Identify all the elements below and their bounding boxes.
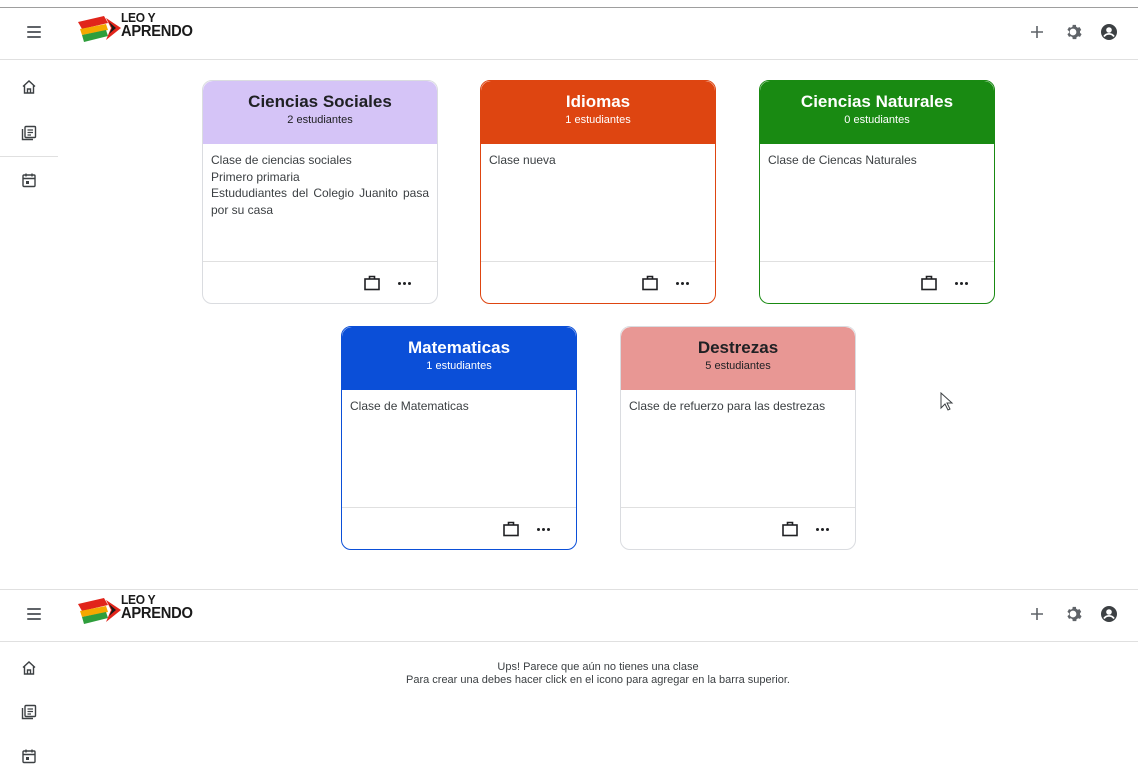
more-options-icon[interactable]: [393, 274, 415, 292]
class-card-actions: [760, 262, 994, 303]
class-student-count: 1 estudiantes: [565, 114, 631, 126]
class-description-line: Clase de Ciencas Naturales: [768, 153, 917, 167]
empty-state-title: Ups! Parece que aún no tienes una clase: [497, 661, 699, 673]
class-card-actions: [481, 262, 715, 303]
briefcase-icon[interactable]: [781, 520, 799, 538]
side-nav: [0, 64, 58, 203]
class-student-count: 5 estudiantes: [705, 360, 771, 372]
class-title: Idiomas: [565, 92, 631, 111]
class-description-line: Clase de Matematicas: [350, 399, 469, 413]
class-description-line: Clase nueva: [489, 153, 556, 167]
class-title: Ciencias Naturales: [800, 92, 954, 111]
empty-classes-screen: LEO Y APRENDO Ups! Parece que aún no tie…: [0, 585, 1138, 767]
nav-home[interactable]: [0, 64, 58, 110]
top-app-bar: LEO Y APRENDO: [0, 7, 1138, 60]
empty-state-hint: Para crear una debes hacer click en el i…: [405, 674, 790, 686]
classes-screen: LEO Y APRENDO Ciencias Sociales 2 estudi…: [0, 0, 1138, 585]
class-card-idiomas[interactable]: Idiomas 1 estudiantes Clase nueva: [480, 80, 716, 304]
account-icon[interactable]: [1098, 21, 1120, 43]
class-description-line: Primero primaria: [211, 169, 300, 184]
settings-icon[interactable]: [1062, 603, 1084, 625]
logo-mark-icon: [78, 16, 121, 42]
class-description: Clase de Ciencas Naturales: [760, 144, 994, 262]
more-options-icon[interactable]: [950, 274, 972, 292]
nav-calendar[interactable]: [0, 734, 58, 778]
class-card-actions: [342, 508, 576, 549]
briefcase-icon[interactable]: [641, 274, 659, 292]
top-app-bar: LEO Y APRENDO: [0, 589, 1138, 642]
more-options-icon[interactable]: [532, 520, 554, 538]
class-student-count: 1 estudiantes: [426, 360, 492, 372]
class-card-header[interactable]: Destrezas 5 estudiantes: [621, 327, 855, 390]
class-description-line: Estududiantes del Colegio Juanito pasa p…: [211, 186, 429, 217]
class-description: Clase nueva: [481, 144, 715, 262]
class-card-ciencias-sociales[interactable]: Ciencias Sociales 2 estudiantes Clase de…: [202, 80, 438, 304]
class-card-actions: [621, 508, 855, 549]
class-card-destrezas[interactable]: Destrezas 5 estudiantes Clase de refuerz…: [620, 326, 856, 550]
nav-classes[interactable]: [0, 690, 58, 734]
menu-icon[interactable]: [27, 608, 45, 622]
class-card-header[interactable]: Ciencias Naturales 0 estudiantes: [760, 81, 994, 144]
class-card-header[interactable]: Idiomas 1 estudiantes: [481, 81, 715, 144]
add-icon[interactable]: [1026, 603, 1048, 625]
briefcase-icon[interactable]: [920, 274, 938, 292]
briefcase-icon[interactable]: [502, 520, 520, 538]
app-logo[interactable]: LEO Y APRENDO: [78, 592, 198, 632]
class-card-ciencias-naturales[interactable]: Ciencias Naturales 0 estudiantes Clase d…: [759, 80, 995, 304]
empty-state-message: Ups! Parece que aún no tienes una clase …: [0, 661, 1138, 687]
briefcase-icon[interactable]: [363, 274, 381, 292]
class-title: Matematicas: [407, 338, 511, 357]
nav-classes[interactable]: [0, 110, 58, 156]
app-logo[interactable]: LEO Y APRENDO: [78, 10, 198, 50]
class-card-actions: [203, 262, 437, 303]
class-card-matematicas[interactable]: Matematicas 1 estudiantes Clase de Matem…: [341, 326, 577, 550]
class-description: Clase de Matematicas: [342, 390, 576, 508]
top-actions: [1026, 602, 1120, 626]
class-description: Clase de refuerzo para las destrezas: [621, 390, 855, 508]
more-options-icon[interactable]: [811, 520, 833, 538]
class-title: Destrezas: [697, 338, 779, 357]
class-card-header[interactable]: Matematicas 1 estudiantes: [342, 327, 576, 390]
menu-icon[interactable]: [27, 26, 45, 40]
class-student-count: 0 estudiantes: [844, 114, 910, 126]
logo-text: LEO Y APRENDO: [121, 593, 193, 622]
more-options-icon[interactable]: [671, 274, 693, 292]
calendar-icon: [22, 749, 36, 764]
logo-text: LEO Y APRENDO: [121, 11, 193, 40]
class-description: Clase de ciencias sociales Primero prima…: [203, 144, 437, 262]
class-student-count: 2 estudiantes: [287, 114, 353, 126]
classes-icon: [21, 704, 37, 720]
mouse-pointer-icon: [940, 392, 954, 411]
logo-mark-icon: [78, 598, 121, 624]
class-card-header[interactable]: Ciencias Sociales 2 estudiantes: [203, 81, 437, 144]
add-icon[interactable]: [1026, 21, 1048, 43]
class-title: Ciencias Sociales: [248, 92, 392, 111]
logo-text-line2: APRENDO: [121, 23, 193, 40]
class-description-line: Clase de ciencias sociales: [211, 153, 352, 167]
classes-icon: [21, 125, 37, 141]
top-actions: [1026, 20, 1120, 44]
class-description-line: Clase de refuerzo para las destrezas: [629, 399, 826, 413]
account-icon[interactable]: [1098, 603, 1120, 625]
calendar-icon: [22, 173, 36, 188]
logo-text-line2: APRENDO: [121, 605, 193, 622]
nav-calendar[interactable]: [0, 157, 58, 203]
home-icon: [22, 80, 36, 94]
settings-icon[interactable]: [1062, 21, 1084, 43]
